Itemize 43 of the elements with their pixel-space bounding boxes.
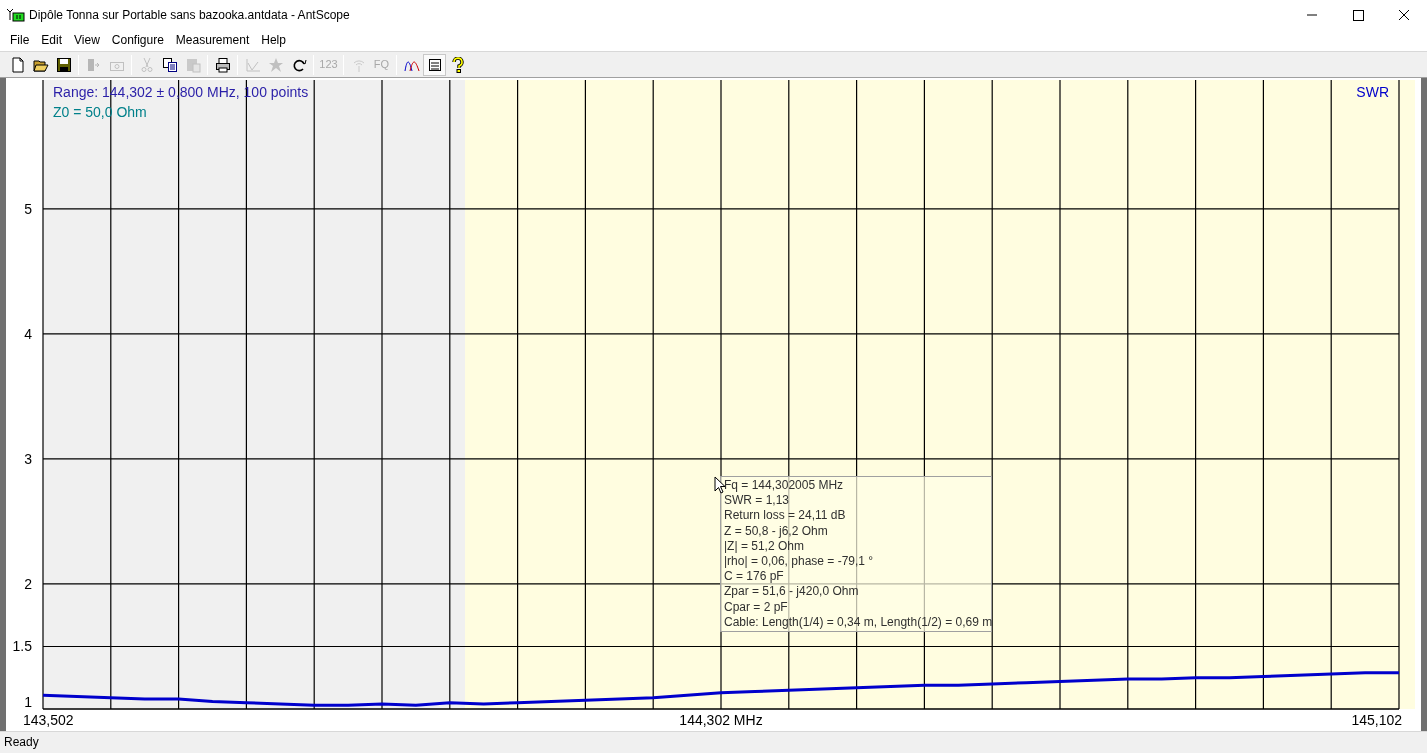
tooltip-text: C = 176 pF (724, 569, 785, 585)
y-axis-label: 4 (24, 325, 32, 342)
tooltip-text: Return loss = 24,11 dB (724, 508, 847, 524)
y-axis-label: 1 (24, 694, 32, 710)
status-text: Ready (4, 735, 39, 749)
tooltip-text: |rho| = 0,06, phase = -79,1 ° (724, 554, 875, 570)
tooltip-text: |Z| = 51,2 Ohm (724, 538, 805, 554)
window-title: Dipôle Tonna sur Portable sans bazooka.antdata - AntScope (29, 7, 351, 24)
y-axis-label: 3 (24, 450, 32, 467)
tooltip-text: Z = 50,8 - j6,2 Ohm (724, 523, 829, 539)
menu-item[interactable]: Edit (35, 30, 69, 51)
y-axis-label: 1.5 (12, 638, 32, 655)
star-icon (267, 56, 284, 73)
mouse-cursor-icon (714, 476, 726, 494)
tooltip-text: Fq = 144,302005 MHz (724, 478, 845, 494)
app-icon (6, 8, 26, 22)
x-axis-label: 145,102 (1351, 712, 1402, 728)
chart-icon (244, 56, 261, 73)
tooltip-text: Zpar = 51,6 - j420,0 Ohm (724, 584, 860, 600)
new-document-icon (9, 56, 26, 73)
menu-item[interactable]: File (4, 30, 36, 51)
y-axis-label: 5 (24, 200, 32, 217)
tooltip-text: SWR = 1,13 (724, 493, 791, 509)
export-icon (85, 56, 102, 73)
menu-item[interactable]: Help (255, 30, 292, 51)
copy-icon (161, 56, 178, 73)
x-axis-label: 144,302 MHz (679, 712, 763, 728)
x-axis-label: 143,502 (23, 712, 74, 728)
help-icon (449, 56, 466, 73)
menu-item[interactable]: View (68, 30, 106, 51)
list-button[interactable] (423, 53, 446, 76)
menu-item[interactable]: Configure (105, 30, 170, 51)
legend-label: SWR (1356, 84, 1389, 100)
list-icon (426, 56, 443, 73)
save-icon (55, 56, 72, 73)
paste-icon (184, 56, 201, 73)
maximize-icon (1352, 9, 1364, 21)
printer-icon (214, 56, 231, 73)
menu-item[interactable]: Measurement (169, 30, 256, 51)
y-axis-label: 2 (24, 575, 32, 592)
scissors-icon (138, 56, 155, 73)
close-icon (1398, 9, 1410, 21)
tooltip-text: Cpar = 2 pF (724, 599, 789, 615)
